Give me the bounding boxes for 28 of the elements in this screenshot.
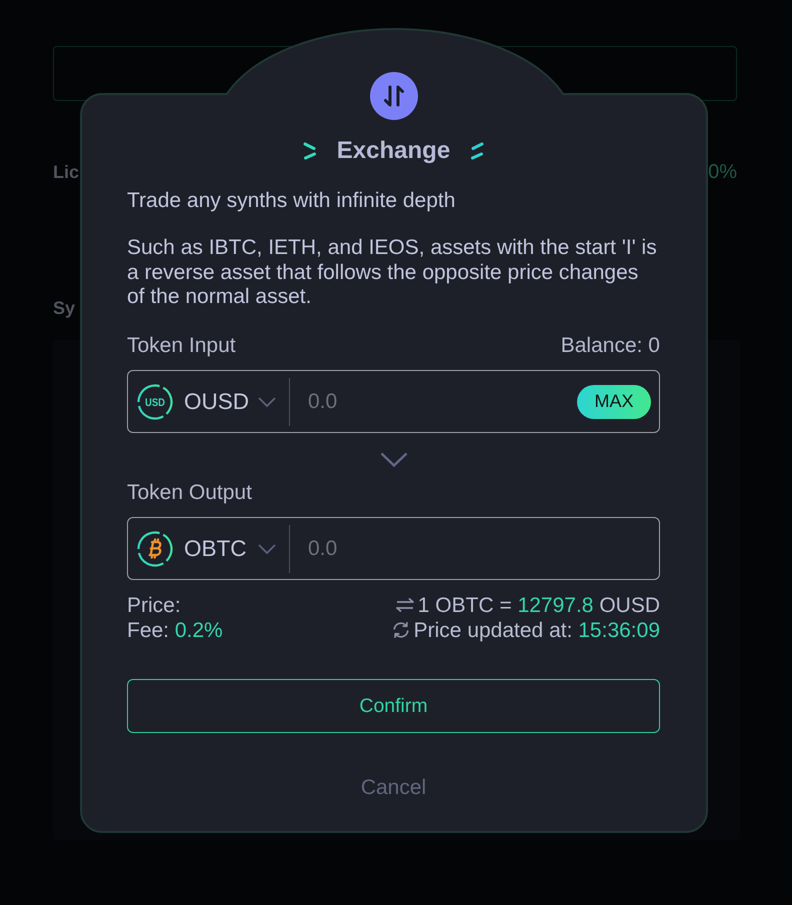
- field-label: Token Output: [127, 481, 252, 505]
- max-button[interactable]: MAX: [577, 384, 651, 418]
- refresh-icon: [390, 620, 411, 640]
- exchange-rate-text: 1 OBTC = 12797.8 OUSD: [418, 592, 660, 618]
- slash-mark-icon: [471, 142, 484, 160]
- caret-icon: [258, 544, 276, 554]
- intro-text: Trade any synths with infinite depth: [127, 189, 456, 213]
- token-amount-field[interactable]: USD OUSD 0.0 MAX: [127, 370, 660, 433]
- price-label: Price:: [127, 592, 182, 618]
- field-label: Token Input: [127, 334, 236, 358]
- token-amount-field[interactable]: OBTC 0.0: [127, 517, 660, 580]
- token-selector[interactable]: OBTC: [128, 530, 289, 566]
- section-heading: Lic: [53, 161, 80, 184]
- swap-arrows-icon: [394, 597, 415, 613]
- slash-mark-icon: [302, 142, 316, 160]
- stat-value: 0%: [708, 160, 737, 184]
- caret-icon: [258, 396, 276, 406]
- usd-coin-icon: USD: [137, 384, 173, 420]
- bitcoin-coin-icon: [137, 530, 173, 566]
- updated-time-text: Price updated at: 15:36:09: [414, 618, 660, 642]
- balance-text: Balance: 0: [560, 334, 660, 358]
- dialog-title: Exchange: [336, 137, 450, 165]
- confirm-button[interactable]: Confirm: [127, 679, 660, 733]
- fee-text: Fee: 0.2%: [127, 618, 223, 642]
- token-selector[interactable]: USD OUSD: [128, 384, 289, 420]
- chevron-down-icon: [380, 452, 408, 467]
- description-text: Such as IBTC, IETH, and IEOS, assets with the start 'I' is a reverse asset that follows the opposite price changes of the normal asset.: [127, 236, 658, 310]
- section-heading: Sy: [53, 297, 76, 320]
